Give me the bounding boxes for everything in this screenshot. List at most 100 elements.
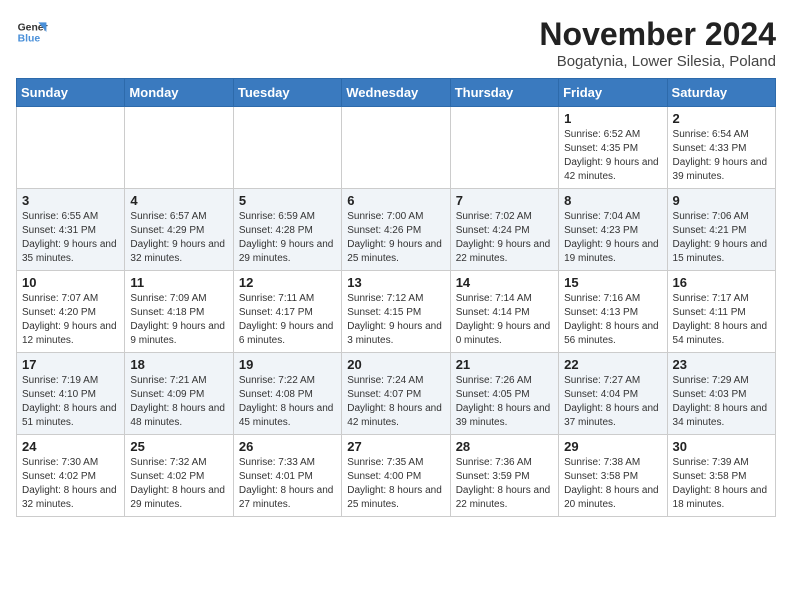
day-info: Sunrise: 7:11 AM Sunset: 4:17 PM Dayligh…: [239, 292, 336, 348]
day-number: 23: [673, 357, 770, 372]
calendar-cell: 16 Sunrise: 7:17 AM Sunset: 4:11 PM Dayli…: [667, 271, 775, 353]
day-info: Sunrise: 7:09 AM Sunset: 4:18 PM Dayligh…: [130, 292, 227, 348]
day-info: Sunrise: 7:39 AM Sunset: 3:58 PM Dayligh…: [673, 456, 770, 512]
day-info: Sunrise: 7:33 AM Sunset: 4:01 PM Dayligh…: [239, 456, 336, 512]
calendar-cell: 9Sunrise: 7:06 AM Sunset: 4:21 PM Daylig…: [667, 189, 775, 271]
calendar-cell: 27 Sunrise: 7:35 AM Sunset: 4:00 PM Dayli…: [342, 435, 450, 517]
day-info: Sunrise: 7:26 AM Sunset: 4:05 PM Dayligh…: [456, 374, 553, 430]
day-info: Sunrise: 7:36 AM Sunset: 3:59 PM Dayligh…: [456, 456, 553, 512]
day-number: 25: [130, 439, 227, 454]
header: General Blue November 2024 Bogatynia, Lo…: [16, 16, 776, 70]
day-number: 10: [22, 275, 119, 290]
calendar-cell: [342, 107, 450, 189]
day-number: 16: [673, 275, 770, 290]
calendar-cell: 12 Sunrise: 7:11 AM Sunset: 4:17 PM Dayli…: [233, 271, 341, 353]
day-info: Sunrise: 7:22 AM Sunset: 4:08 PM Dayligh…: [239, 374, 336, 430]
calendar-cell: 22Sunrise: 7:27 AM Sunset: 4:04 PM Dayli…: [559, 353, 667, 435]
calendar-table: SundayMondayTuesdayWednesdayThursdayFrid…: [16, 78, 776, 517]
day-info: Sunrise: 7:14 AM Sunset: 4:14 PM Dayligh…: [456, 292, 553, 348]
calendar-cell: 6 Sunrise: 7:00 AM Sunset: 4:26 PM Daylig…: [342, 189, 450, 271]
day-number: 19: [239, 357, 336, 372]
day-info: Sunrise: 7:38 AM Sunset: 3:58 PM Dayligh…: [564, 456, 661, 512]
calendar-cell: 25Sunrise: 7:32 AM Sunset: 4:02 PM Dayli…: [125, 435, 233, 517]
day-number: 8: [564, 193, 661, 208]
day-info: Sunrise: 7:35 AM Sunset: 4:00 PM Dayligh…: [347, 456, 444, 512]
weekday-header-wednesday: Wednesday: [342, 79, 450, 107]
day-number: 30: [673, 439, 770, 454]
day-number: 14: [456, 275, 553, 290]
day-info: Sunrise: 7:00 AM Sunset: 4:26 PM Dayligh…: [347, 210, 444, 266]
calendar-cell: 5Sunrise: 6:59 AM Sunset: 4:28 PM Daylig…: [233, 189, 341, 271]
calendar-cell: 8 Sunrise: 7:04 AM Sunset: 4:23 PM Daylig…: [559, 189, 667, 271]
day-number: 18: [130, 357, 227, 372]
day-info: Sunrise: 6:57 AM Sunset: 4:29 PM Dayligh…: [130, 210, 227, 266]
calendar-cell: [17, 107, 125, 189]
weekday-header-row: SundayMondayTuesdayWednesdayThursdayFrid…: [17, 79, 776, 107]
calendar-cell: 26Sunrise: 7:33 AM Sunset: 4:01 PM Dayli…: [233, 435, 341, 517]
day-info: Sunrise: 7:19 AM Sunset: 4:10 PM Dayligh…: [22, 374, 119, 430]
calendar-cell: [450, 107, 558, 189]
svg-text:Blue: Blue: [18, 34, 41, 45]
day-number: 3: [22, 193, 119, 208]
weekday-header-saturday: Saturday: [667, 79, 775, 107]
day-info: Sunrise: 7:21 AM Sunset: 4:09 PM Dayligh…: [130, 374, 227, 430]
calendar-cell: 10 Sunrise: 7:07 AM Sunset: 4:20 PM Dayli…: [17, 271, 125, 353]
day-info: Sunrise: 7:06 AM Sunset: 4:21 PM Dayligh…: [673, 210, 770, 266]
calendar-cell: 1Sunrise: 6:52 AM Sunset: 4:35 PM Daylig…: [559, 107, 667, 189]
day-info: Sunrise: 7:04 AM Sunset: 4:23 PM Dayligh…: [564, 210, 661, 266]
day-number: 12: [239, 275, 336, 290]
calendar-cell: 28 Sunrise: 7:36 AM Sunset: 3:59 PM Dayli…: [450, 435, 558, 517]
calendar-cell: [125, 107, 233, 189]
calendar-cell: 2 Sunrise: 6:54 AM Sunset: 4:33 PM Daylig…: [667, 107, 775, 189]
week-row-2: 3 Sunrise: 6:55 AM Sunset: 4:31 PM Daylig…: [17, 189, 776, 271]
weekday-header-tuesday: Tuesday: [233, 79, 341, 107]
week-row-3: 10 Sunrise: 7:07 AM Sunset: 4:20 PM Dayli…: [17, 271, 776, 353]
subtitle: Bogatynia, Lower Silesia, Poland: [539, 53, 776, 70]
day-number: 13: [347, 275, 444, 290]
calendar-cell: 13Sunrise: 7:12 AM Sunset: 4:15 PM Dayli…: [342, 271, 450, 353]
title-block: November 2024 Bogatynia, Lower Silesia, …: [539, 16, 776, 70]
day-number: 2: [673, 111, 770, 126]
calendar-cell: [233, 107, 341, 189]
calendar-cell: 19 Sunrise: 7:22 AM Sunset: 4:08 PM Dayli…: [233, 353, 341, 435]
day-number: 27: [347, 439, 444, 454]
day-number: 29: [564, 439, 661, 454]
day-number: 24: [22, 439, 119, 454]
day-info: Sunrise: 7:07 AM Sunset: 4:20 PM Dayligh…: [22, 292, 119, 348]
day-info: Sunrise: 7:02 AM Sunset: 4:24 PM Dayligh…: [456, 210, 553, 266]
calendar-cell: 29 Sunrise: 7:38 AM Sunset: 3:58 PM Dayli…: [559, 435, 667, 517]
calendar-cell: 30 Sunrise: 7:39 AM Sunset: 3:58 PM Dayli…: [667, 435, 775, 517]
day-info: Sunrise: 7:16 AM Sunset: 4:13 PM Dayligh…: [564, 292, 661, 348]
weekday-header-friday: Friday: [559, 79, 667, 107]
week-row-1: 1Sunrise: 6:52 AM Sunset: 4:35 PM Daylig…: [17, 107, 776, 189]
calendar-cell: 18 Sunrise: 7:21 AM Sunset: 4:09 PM Dayli…: [125, 353, 233, 435]
calendar-cell: 15Sunrise: 7:16 AM Sunset: 4:13 PM Dayli…: [559, 271, 667, 353]
calendar-cell: 11Sunrise: 7:09 AM Sunset: 4:18 PM Dayli…: [125, 271, 233, 353]
weekday-header-monday: Monday: [125, 79, 233, 107]
day-number: 21: [456, 357, 553, 372]
day-number: 22: [564, 357, 661, 372]
calendar-cell: 7 Sunrise: 7:02 AM Sunset: 4:24 PM Daylig…: [450, 189, 558, 271]
day-info: Sunrise: 6:55 AM Sunset: 4:31 PM Dayligh…: [22, 210, 119, 266]
day-number: 6: [347, 193, 444, 208]
day-info: Sunrise: 7:17 AM Sunset: 4:11 PM Dayligh…: [673, 292, 770, 348]
day-info: Sunrise: 6:52 AM Sunset: 4:35 PM Dayligh…: [564, 128, 661, 184]
weekday-header-sunday: Sunday: [17, 79, 125, 107]
week-row-5: 24Sunrise: 7:30 AM Sunset: 4:02 PM Dayli…: [17, 435, 776, 517]
calendar-cell: 3 Sunrise: 6:55 AM Sunset: 4:31 PM Daylig…: [17, 189, 125, 271]
calendar-cell: 14 Sunrise: 7:14 AM Sunset: 4:14 PM Dayli…: [450, 271, 558, 353]
day-info: Sunrise: 6:54 AM Sunset: 4:33 PM Dayligh…: [673, 128, 770, 184]
day-number: 4: [130, 193, 227, 208]
week-row-4: 17Sunrise: 7:19 AM Sunset: 4:10 PM Dayli…: [17, 353, 776, 435]
day-number: 7: [456, 193, 553, 208]
calendar-cell: 17Sunrise: 7:19 AM Sunset: 4:10 PM Dayli…: [17, 353, 125, 435]
calendar-cell: 24Sunrise: 7:30 AM Sunset: 4:02 PM Dayli…: [17, 435, 125, 517]
day-info: Sunrise: 7:29 AM Sunset: 4:03 PM Dayligh…: [673, 374, 770, 430]
logo-icon: General Blue: [16, 16, 48, 48]
calendar-cell: 21 Sunrise: 7:26 AM Sunset: 4:05 PM Dayli…: [450, 353, 558, 435]
calendar-cell: 20Sunrise: 7:24 AM Sunset: 4:07 PM Dayli…: [342, 353, 450, 435]
month-title: November 2024: [539, 16, 776, 53]
day-number: 28: [456, 439, 553, 454]
logo: General Blue: [16, 16, 48, 48]
day-info: Sunrise: 6:59 AM Sunset: 4:28 PM Dayligh…: [239, 210, 336, 266]
